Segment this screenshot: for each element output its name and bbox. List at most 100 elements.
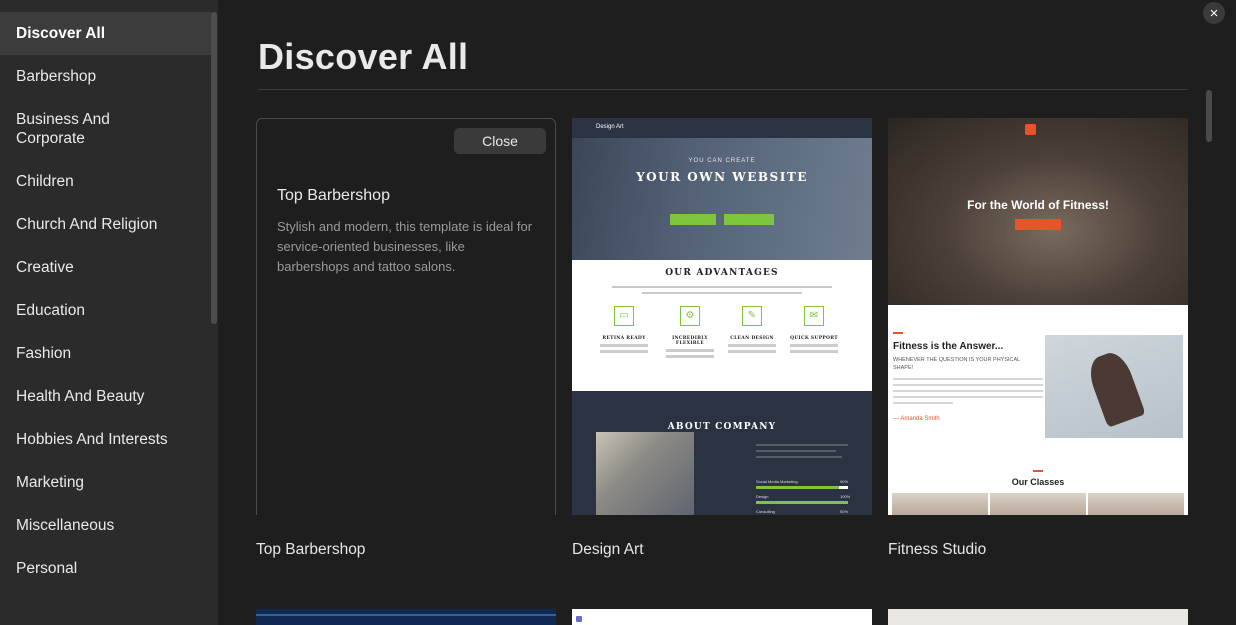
close-icon[interactable]: × xyxy=(1203,2,1225,24)
template-name: Fitness Studio xyxy=(888,541,987,558)
text-line xyxy=(893,378,1043,380)
text-line xyxy=(756,450,836,452)
text-line xyxy=(790,350,838,353)
skill-value: 100% xyxy=(840,494,851,499)
sidebar-item-fashion[interactable]: Fashion xyxy=(0,332,211,375)
category-list: Discover All Barbershop Business And Cor… xyxy=(0,12,211,590)
text-line xyxy=(756,444,848,446)
hero-heading: For the World of Fitness! xyxy=(967,198,1109,212)
text-line xyxy=(893,390,1043,392)
close-info-button[interactable]: Close xyxy=(454,128,546,154)
skill-value: 90% xyxy=(840,479,849,484)
sidebar-item-personal[interactable]: Personal xyxy=(0,547,211,590)
sidebar-item-hobbies-and-interests[interactable]: Hobbies And Interests xyxy=(0,418,211,461)
info-description: Stylish and modern, this template is ide… xyxy=(277,219,533,274)
hero-button xyxy=(670,214,716,225)
page-title: Discover All xyxy=(258,36,469,77)
text-line xyxy=(893,402,953,404)
sidebar-item-marketing[interactable]: Marketing xyxy=(0,461,211,504)
info-box: Close Top Barbershop Stylish and modern,… xyxy=(256,118,556,515)
skill-value: 50% xyxy=(840,509,849,514)
author-name: — Amanda Smith xyxy=(893,416,940,422)
preview-logo-icon xyxy=(576,616,582,622)
title-divider xyxy=(258,89,1188,90)
template-name: Design Art xyxy=(572,541,644,558)
category-sidebar: Discover All Barbershop Business And Cor… xyxy=(0,0,218,625)
text-line xyxy=(893,384,1043,386)
feature-title: RETINA READY xyxy=(602,336,646,341)
sidebar-scrollbar[interactable] xyxy=(211,12,217,324)
text-line xyxy=(612,286,832,288)
text-line xyxy=(728,350,776,353)
sidebar-item-education[interactable]: Education xyxy=(0,289,211,332)
template-thumbnail[interactable] xyxy=(888,609,1188,625)
chat-icon: ✉ xyxy=(804,306,824,326)
monitor-icon: ▭ xyxy=(614,306,634,326)
template-info-panel: Close Top Barbershop Stylish and modern,… xyxy=(256,118,556,515)
feature-item: ⚙ INCREDIBLY FLEXIBLE xyxy=(660,306,720,358)
gears-icon: ⚙ xyxy=(680,306,700,326)
skill-bar xyxy=(756,501,848,504)
class-photo xyxy=(892,493,988,515)
fitness-logo-icon xyxy=(1025,124,1036,135)
hero-small-text: YOU CAN CREATE xyxy=(688,158,756,164)
skill-label: Social Media Marketing xyxy=(756,479,798,484)
feature-title: INCREDIBLY FLEXIBLE xyxy=(672,336,708,346)
hero-image xyxy=(572,118,872,260)
template-card-design-art[interactable]: Design Art YOU CAN CREATE YOUR OWN WEBSI… xyxy=(572,118,872,558)
text-line xyxy=(728,344,776,347)
accent-dash xyxy=(893,332,903,334)
hero-heading: YOUR OWN WEBSITE xyxy=(636,170,808,184)
hero-button xyxy=(1015,219,1061,230)
athlete-figure xyxy=(1084,348,1146,428)
sidebar-item-discover-all[interactable]: Discover All xyxy=(0,12,211,55)
sidebar-item-creative[interactable]: Creative xyxy=(0,246,211,289)
template-thumbnail[interactable] xyxy=(572,609,872,625)
text-line xyxy=(893,396,1043,398)
template-thumbnail[interactable] xyxy=(256,609,556,625)
athlete-photo xyxy=(1045,335,1183,438)
hero-button xyxy=(724,214,774,225)
advantages-title: OUR ADVANTAGES xyxy=(665,268,779,278)
text-line xyxy=(666,349,714,352)
about-photo xyxy=(596,432,694,515)
template-thumbnail[interactable]: Design Art YOU CAN CREATE YOUR OWN WEBSI… xyxy=(572,118,872,515)
skill-label: Design xyxy=(756,494,769,499)
template-thumbnail[interactable]: For the World of Fitness! Fitness is the… xyxy=(888,118,1188,515)
main-scrollbar[interactable] xyxy=(1206,90,1212,142)
about-title: ABOUT COMPANY xyxy=(667,422,777,432)
text-line xyxy=(600,350,648,353)
feature-title: CLEAN DESIGN xyxy=(730,336,774,341)
edit-icon: ✎ xyxy=(742,306,762,326)
skill-bar-fill xyxy=(756,486,839,489)
feature-title: QUICK SUPPORT xyxy=(790,336,838,341)
sidebar-item-health-and-beauty[interactable]: Health And Beauty xyxy=(0,375,211,418)
text-line xyxy=(790,344,838,347)
feature-item: ✉ QUICK SUPPORT xyxy=(784,306,844,353)
class-photo xyxy=(990,493,1086,515)
text-line xyxy=(642,292,802,294)
text-line xyxy=(756,456,842,458)
feature-item: ✎ CLEAN DESIGN xyxy=(722,306,782,353)
template-name: Top Barbershop xyxy=(256,541,366,558)
accent-dash xyxy=(1033,470,1043,472)
sidebar-item-miscellaneous[interactable]: Miscellaneous xyxy=(0,504,211,547)
sidebar-item-church-and-religion[interactable]: Church And Religion xyxy=(0,203,211,246)
feature-item: ▭ RETINA READY xyxy=(594,306,654,353)
preview-logo: Design Art xyxy=(596,124,624,130)
sidebar-item-label: Business And Corporate xyxy=(16,111,110,147)
section-heading: Fitness is the Answer... xyxy=(893,341,1004,352)
skill-bar-fill xyxy=(756,501,848,504)
skill-bar xyxy=(756,486,848,489)
preview-nav: Design Art xyxy=(572,118,872,138)
template-card-fitness-studio[interactable]: For the World of Fitness! Fitness is the… xyxy=(888,118,1188,558)
text-line xyxy=(600,344,648,347)
sidebar-item-children[interactable]: Children xyxy=(0,160,211,203)
template-card-top-barbershop[interactable]: Close Top Barbershop Stylish and modern,… xyxy=(256,118,556,558)
info-title: Top Barbershop xyxy=(277,187,390,204)
sidebar-item-barbershop[interactable]: Barbershop xyxy=(0,55,211,98)
classes-title: Our Classes xyxy=(1011,477,1065,487)
section-subheading: WHENEVER THE QUESTION IS YOUR PHYSICAL S… xyxy=(893,357,1021,371)
skill-label: Consulting xyxy=(756,509,775,514)
sidebar-item-business-and-corporate[interactable]: Business And Corporate xyxy=(0,98,211,160)
